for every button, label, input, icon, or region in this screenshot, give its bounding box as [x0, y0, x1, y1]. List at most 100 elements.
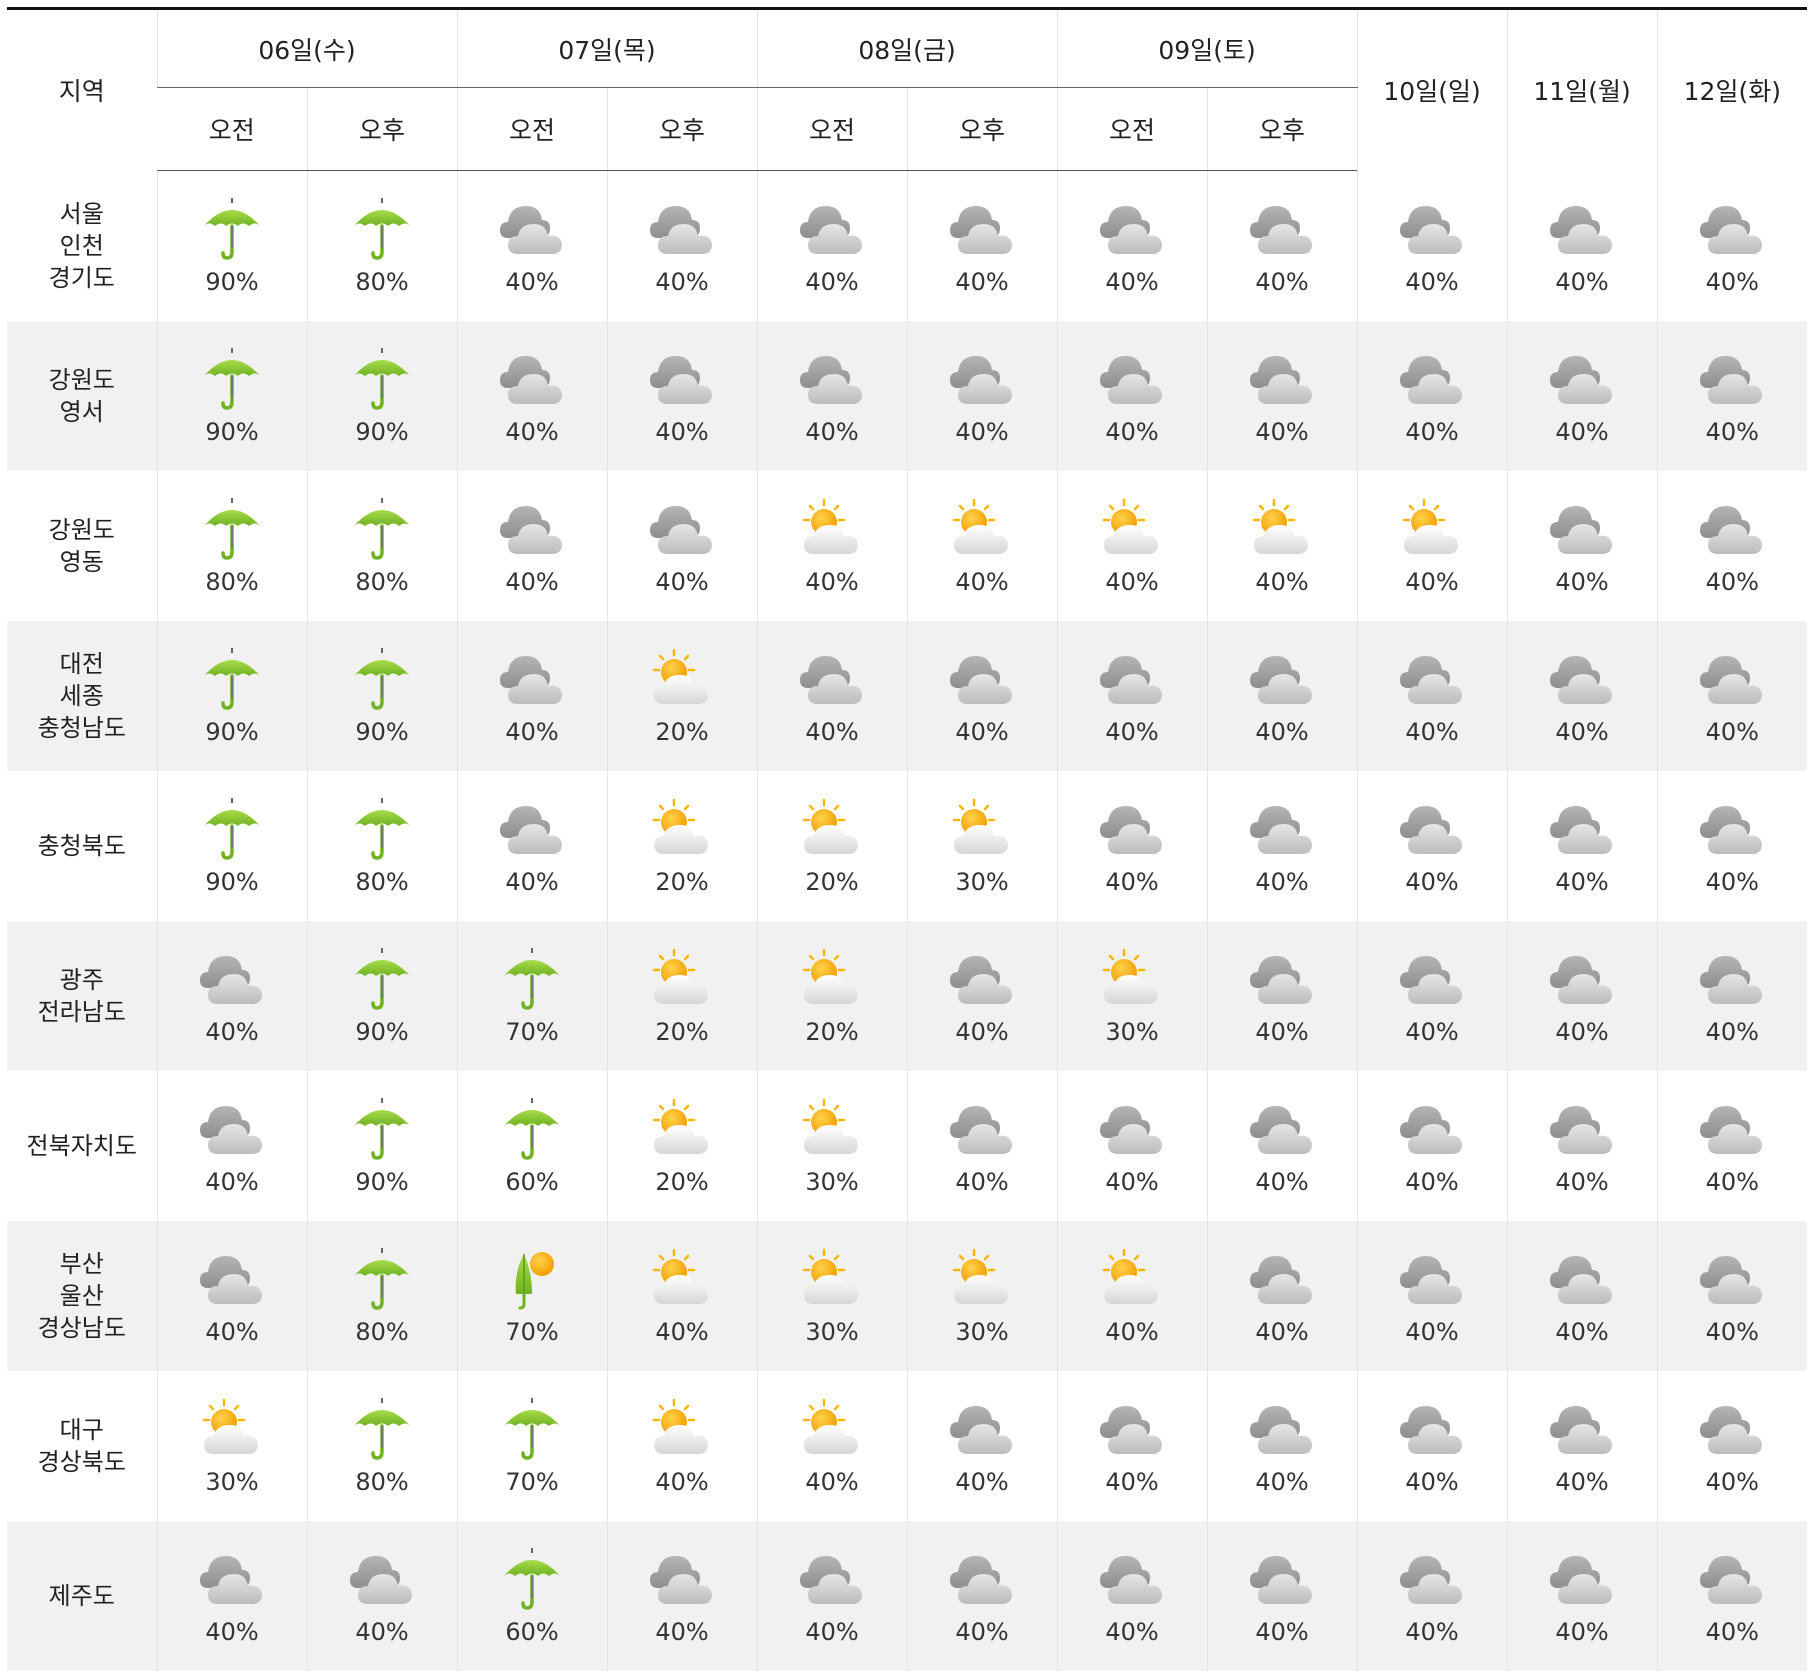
precipitation-probability: 20% — [805, 1018, 859, 1046]
precipitation-probability: 90% — [205, 418, 259, 446]
precipitation-probability: 90% — [355, 718, 409, 746]
forecast-cell: 40% — [456, 771, 608, 921]
cloud-icon — [944, 1546, 1020, 1614]
forecast-cell: 30% — [1056, 921, 1208, 1071]
precipitation-probability: 30% — [955, 868, 1009, 896]
cloud-icon — [1544, 196, 1620, 264]
cloud-icon — [494, 496, 570, 564]
sun-cloud-icon — [644, 796, 720, 864]
precipitation-probability: 40% — [1255, 1018, 1309, 1046]
cloud-icon — [1544, 946, 1620, 1014]
sun-cloud-icon — [644, 646, 720, 714]
region-name-line: 광주 — [59, 966, 104, 994]
region-name-line: 충청남도 — [37, 714, 126, 742]
cloud-icon — [194, 946, 270, 1014]
forecast-cell: 40% — [1356, 170, 1508, 321]
cloud-icon — [1244, 1096, 1320, 1164]
cloud-icon — [644, 196, 720, 264]
forecast-cell: 40% — [1506, 1521, 1658, 1671]
umbrella-icon — [194, 796, 270, 864]
period-header-am: 오전 — [756, 87, 908, 171]
cloud-icon — [944, 346, 1020, 414]
cloud-icon — [644, 496, 720, 564]
region-name-line: 경기도 — [48, 263, 115, 292]
precipitation-probability: 40% — [1405, 1618, 1459, 1646]
forecast-cell: 40% — [1506, 471, 1658, 621]
cloud-icon — [1694, 196, 1770, 264]
forecast-cell: 40% — [906, 471, 1058, 621]
precipitation-probability: 40% — [505, 568, 559, 596]
cloud-icon — [944, 1396, 1020, 1464]
precipitation-probability: 40% — [1705, 418, 1759, 446]
sun-cloud-icon — [944, 496, 1020, 564]
forecast-cell: 40% — [456, 170, 608, 321]
cloud-icon — [1094, 646, 1170, 714]
precipitation-probability: 60% — [505, 1168, 559, 1196]
umbrella-icon — [344, 796, 420, 864]
forecast-cell: 40% — [906, 170, 1058, 321]
region-name-line: 경상남도 — [37, 1314, 126, 1342]
cloud-icon — [194, 1096, 270, 1164]
sun-cloud-icon — [1094, 1246, 1170, 1314]
cloud-icon — [1094, 1096, 1170, 1164]
precipitation-probability: 40% — [655, 1468, 709, 1496]
precipitation-probability: 20% — [655, 1018, 709, 1046]
sun-cloud-icon — [794, 1096, 870, 1164]
precipitation-probability: 80% — [205, 568, 259, 596]
forecast-cell: 40% — [1056, 621, 1208, 771]
precipitation-probability: 40% — [505, 268, 559, 296]
cloud-icon — [1544, 796, 1620, 864]
forecast-cell: 40% — [906, 1521, 1058, 1671]
day-header-0: 06일(수) — [156, 7, 458, 88]
precipitation-probability: 40% — [955, 418, 1009, 446]
day-header-3: 09일(토) — [1056, 7, 1358, 88]
table-row: 전북자치도 40% 90% 60% 20% 30% 40% 40% 40% 40% 40% 40% — [7, 1071, 1808, 1221]
cloud-icon — [944, 1096, 1020, 1164]
precipitation-probability: 40% — [1105, 1618, 1159, 1646]
cloud-icon — [1394, 346, 1470, 414]
forecast-cell: 40% — [1506, 170, 1658, 321]
cloud-icon — [794, 196, 870, 264]
precipitation-probability: 40% — [205, 1618, 259, 1646]
umbrella-icon — [194, 646, 270, 714]
period-header-pm: 오후 — [906, 87, 1058, 171]
precipitation-probability: 40% — [1105, 718, 1159, 746]
forecast-cell: 40% — [1206, 621, 1358, 771]
precipitation-probability: 40% — [955, 1168, 1009, 1196]
precipitation-probability: 40% — [1105, 418, 1159, 446]
cloud-icon — [1544, 496, 1620, 564]
cloud-icon — [1244, 646, 1320, 714]
forecast-cell: 20% — [756, 921, 908, 1071]
cloud-icon — [1394, 1546, 1470, 1614]
cloud-icon — [1094, 196, 1170, 264]
region-name-line: 부산 — [59, 1250, 104, 1278]
precipitation-probability: 90% — [205, 868, 259, 896]
sun-cloud-icon — [1094, 946, 1170, 1014]
forecast-cell: 40% — [1356, 471, 1508, 621]
region-name: 제주도 — [7, 1521, 157, 1671]
forecast-cell: 40% — [1056, 1221, 1208, 1371]
forecast-cell: 40% — [1206, 1071, 1358, 1221]
precipitation-probability: 90% — [355, 1168, 409, 1196]
umbrella-icon — [344, 196, 420, 264]
forecast-cell: 20% — [756, 771, 908, 921]
region-name: 전북자치도 — [7, 1071, 157, 1221]
cloud-icon — [194, 1246, 270, 1314]
table-row: 대구 경상북도 30% 80% 70% 40% 40% 40% 40% 40% 40% 40% 40% — [7, 1371, 1808, 1521]
cloud-icon — [344, 1546, 420, 1614]
forecast-cell: 40% — [1356, 1371, 1508, 1521]
table-row: 부산 울산 경상남도 40% 80% 70% 40% 30% 30% 40% 40% 40% 40% 40… — [7, 1221, 1808, 1371]
precipitation-probability: 40% — [505, 418, 559, 446]
forecast-cell: 20% — [606, 1071, 758, 1221]
region-name-line: 인천 — [59, 231, 104, 260]
precipitation-probability: 90% — [205, 268, 259, 296]
precipitation-probability: 40% — [1555, 1168, 1609, 1196]
cloud-icon — [1244, 796, 1320, 864]
precipitation-probability: 40% — [1555, 1318, 1609, 1346]
cloud-icon — [794, 346, 870, 414]
precipitation-probability: 40% — [1105, 868, 1159, 896]
forecast-cell: 30% — [906, 771, 1058, 921]
region-name-line: 전북자치도 — [26, 1132, 137, 1160]
precipitation-probability: 40% — [1405, 718, 1459, 746]
precipitation-probability: 40% — [805, 718, 859, 746]
